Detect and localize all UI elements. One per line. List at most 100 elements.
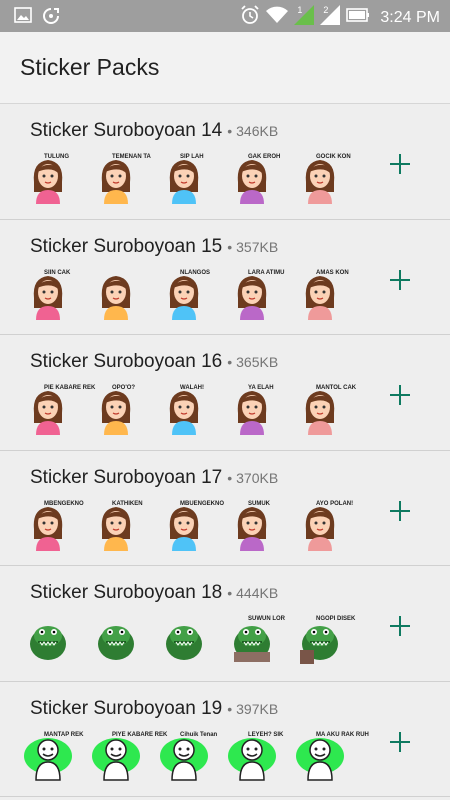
- sticker-caption: MANTOL CAK: [316, 385, 357, 391]
- add-pack-button[interactable]: [388, 730, 412, 754]
- sticker-caption: LARA ATIMU: [248, 269, 285, 276]
- sticker-caption: GAK EROH: [248, 154, 281, 160]
- pack-size: 444KB: [236, 585, 279, 601]
- sticker-preview-row: MBENGEKNO KATHIKEN MBUENGEKNO SUMUK AYO …: [22, 499, 353, 551]
- add-pack-button[interactable]: [388, 614, 412, 638]
- status-bar: 1 2 3:24 PM: [0, 0, 450, 32]
- sticker-thumbnail: [158, 614, 210, 666]
- sticker-caption: SIIN CAK: [44, 269, 71, 276]
- sticker-pack-item[interactable]: Sticker Suroboyoan 18 • 444KB SUWUN LOR …: [0, 566, 450, 682]
- sticker-thumbnail: SIP LAH: [158, 152, 210, 204]
- sticker-caption: Cihuik Tenan: [180, 731, 218, 738]
- sticker-pack-item[interactable]: Sticker Suroboyoan 15 • 357KB SIIN CAK NLA…: [0, 219, 450, 335]
- image-icon: [14, 7, 32, 30]
- sticker-thumbnail: MBUENGEKNO: [158, 499, 224, 551]
- sticker-thumbnail: LEYEH? SIK: [226, 730, 283, 782]
- pack-name: Sticker Suroboyoan 16: [30, 351, 223, 372]
- pack-size: 397KB: [236, 700, 279, 717]
- pack-header: Sticker Suroboyoan 19 • 397KB: [30, 698, 278, 720]
- sticker-caption: OPO'O?: [112, 385, 136, 391]
- separator-dot: •: [227, 123, 233, 139]
- battery-icon: [346, 7, 370, 28]
- sticker-caption: SUWUN LOR: [248, 616, 285, 622]
- separator-dot: •: [227, 354, 233, 370]
- status-time: 3:24 PM: [380, 8, 440, 26]
- sticker-thumbnail: OPO'O?: [90, 383, 142, 435]
- sticker-preview-row: TULUNG TEMENAN TA SIP LAH GAK EROH GOCIK…: [22, 152, 351, 204]
- separator-dot: •: [227, 238, 233, 255]
- pack-size: 370KB: [236, 469, 279, 486]
- sticker-caption: AYO POLAN!: [316, 500, 354, 507]
- sticker-caption: PIE KABARE REK: [44, 385, 96, 391]
- sticker-preview-row: PIE KABARE REK OPO'O? WALAH! YA ELAH MAN…: [22, 383, 356, 435]
- add-pack-button[interactable]: [388, 383, 412, 407]
- sticker-thumbnail: NLANGOS: [158, 268, 210, 320]
- add-pack-button[interactable]: [388, 499, 412, 523]
- pack-name: Sticker Suroboyoan 14: [30, 120, 223, 141]
- pack-header: Sticker Suroboyoan 16 • 365KB: [30, 351, 278, 373]
- pack-header: Sticker Suroboyoan 14 • 346KB: [30, 120, 278, 142]
- pack-size: 365KB: [236, 354, 279, 370]
- sticker-preview-row: SUWUN LOR NGOPI DISEK: [22, 614, 355, 666]
- sticker-caption: NGOPI DISEK: [316, 616, 356, 622]
- signal-label-2: 2: [323, 5, 329, 15]
- sticker-thumbnail: YA ELAH: [226, 383, 278, 435]
- alarm-icon: [240, 5, 260, 30]
- sticker-caption: MBENGEKNO: [44, 500, 84, 507]
- add-pack-button[interactable]: [388, 152, 412, 176]
- sticker-thumbnail: Cihuik Tenan: [158, 730, 217, 782]
- pack-name: Sticker Suroboyoan 18: [30, 582, 223, 603]
- sticker-caption: MANTAP REK: [44, 731, 84, 738]
- sticker-caption: SUMUK: [248, 500, 270, 507]
- sticker-thumbnail: MANTOL CAK: [294, 383, 356, 435]
- pack-name: Sticker Suroboyoan 17: [30, 466, 223, 488]
- sticker-thumbnail: AYO POLAN!: [294, 499, 353, 551]
- sticker-caption: TEMENAN TA: [112, 154, 151, 160]
- separator-dot: •: [227, 469, 233, 486]
- sticker-caption: KATHIKEN: [112, 500, 143, 507]
- page-title: Sticker Packs: [20, 54, 160, 80]
- sticker-thumbnail: GOCIK KON: [294, 152, 351, 204]
- sticker-caption: GOCIK KON: [316, 154, 351, 160]
- sticker-caption: MA AKU RAK RUH: [316, 731, 369, 738]
- pack-size: 346KB: [236, 123, 279, 139]
- sticker-preview-row: MANTAP REK PIYE KABARE REK Cihuik Tenan …: [22, 730, 369, 782]
- sticker-pack-item[interactable]: Sticker Suroboyoan 16 • 365KB PIE KABARE R…: [0, 335, 450, 451]
- sticker-caption: AMAS KON: [316, 269, 349, 276]
- signal-label-1: 1: [297, 5, 303, 15]
- sticker-pack-item[interactable]: Sticker Suroboyoan 19 • 397KB MANTAP REK P…: [0, 681, 450, 797]
- sticker-thumbnail: SUMUK: [226, 499, 278, 551]
- sticker-thumbnail: PIYE KABARE REK: [90, 730, 167, 782]
- sticker-thumbnail: SIIN CAK: [22, 268, 74, 320]
- sticker-thumbnail: TULUNG: [22, 152, 74, 204]
- separator-dot: •: [227, 700, 233, 717]
- sticker-thumbnail: AMAS KON: [294, 268, 349, 320]
- sticker-pack-item[interactable]: Sticker Suroboyoan 14 • 346KB TULUNG TEMEN…: [0, 104, 450, 220]
- sticker-pack-item[interactable]: Sticker Suroboyoan 17 • 370KB MBENGEKNO KA…: [0, 450, 450, 566]
- separator-dot: •: [227, 585, 233, 601]
- sticker-thumbnail: MBENGEKNO: [22, 499, 84, 551]
- pack-size: 357KB: [236, 238, 279, 255]
- pack-name: Sticker Suroboyoan 19: [30, 697, 223, 719]
- sticker-caption: SIP LAH: [180, 154, 204, 160]
- sticker-caption: TULUNG: [44, 154, 69, 160]
- sticker-thumbnail: MANTAP REK: [22, 730, 83, 782]
- pack-name: Sticker Suroboyoan 15: [30, 235, 223, 257]
- sticker-thumbnail: TEMENAN TA: [90, 152, 151, 204]
- add-pack-button[interactable]: [388, 268, 412, 292]
- sticker-thumbnail: [90, 268, 142, 320]
- signal-icon: 1: [294, 5, 315, 30]
- sticker-caption: NLANGOS: [180, 269, 210, 276]
- sticker-thumbnail: [90, 614, 142, 666]
- sticker-thumbnail: MA AKU RAK RUH: [294, 730, 369, 782]
- sticker-thumbnail: KATHIKEN: [90, 499, 143, 551]
- sync-icon: [42, 7, 60, 30]
- signal-icon-2: 2: [320, 5, 341, 30]
- pack-header: Sticker Suroboyoan 15 • 357KB: [30, 236, 278, 258]
- sticker-thumbnail: WALAH!: [158, 383, 210, 435]
- sticker-caption: WALAH!: [180, 385, 204, 391]
- sticker-pack-list[interactable]: Sticker Suroboyoan 14 • 346KB TULUNG TEMEN…: [0, 104, 450, 797]
- wifi-icon: [266, 6, 289, 29]
- pack-header: Sticker Suroboyoan 18 • 444KB: [30, 582, 278, 604]
- sticker-thumbnail: SUWUN LOR: [226, 614, 285, 666]
